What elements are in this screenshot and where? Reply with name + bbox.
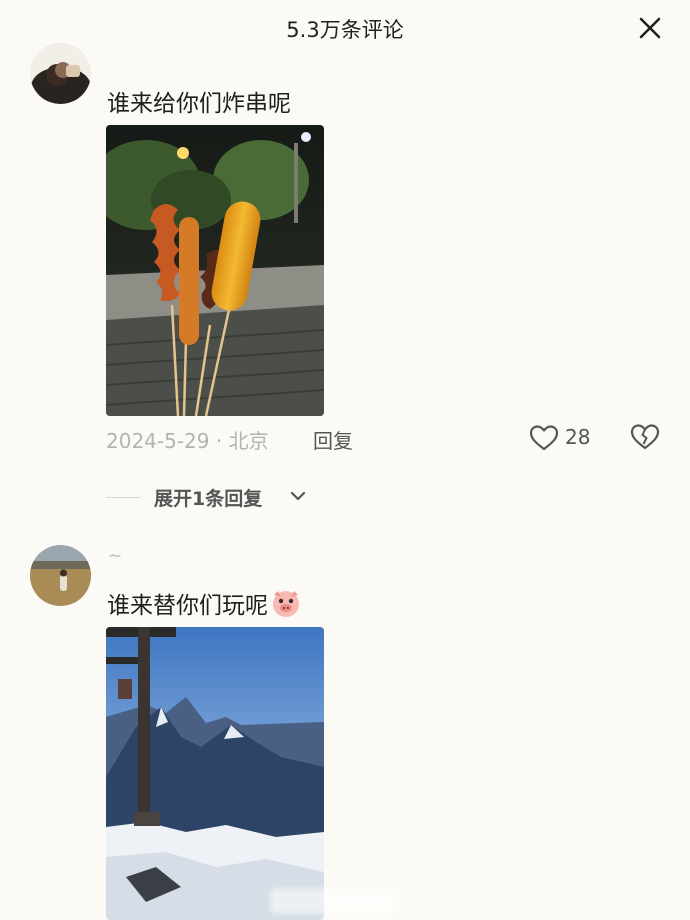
close-button[interactable]	[636, 14, 664, 42]
expand-replies-button[interactable]: 展开1条回复	[106, 484, 366, 512]
comment-text-content: 谁来替你们玩呢	[107, 593, 268, 619]
username[interactable]: ~	[108, 546, 122, 566]
avatar[interactable]	[30, 545, 91, 606]
watermark	[270, 888, 400, 914]
date-location: 2024-5-29 · 北京	[106, 429, 269, 453]
reply-button[interactable]: 回复	[313, 425, 353, 454]
close-icon	[639, 17, 661, 39]
pig-face-emoji	[270, 589, 302, 623]
comment-photo[interactable]	[106, 627, 324, 920]
comment-text: 谁来给你们炸串呢	[107, 91, 291, 117]
comment-text: 谁来替你们玩呢	[107, 586, 302, 623]
expand-replies-label: 展开1条回复	[154, 488, 263, 510]
broken-heart-icon	[630, 424, 660, 450]
avatar[interactable]	[30, 43, 91, 104]
comment-count-title: 5.3万条评论	[286, 18, 404, 42]
like-button[interactable]: 28	[529, 423, 609, 453]
like-count: 28	[565, 425, 591, 449]
comments-sheet: 5.3万条评论 谁来给你们炸串呢 2024-5-29 · 北京 回复 28 展开…	[0, 0, 690, 920]
comments-header: 5.3万条评论	[0, 0, 690, 56]
dislike-button[interactable]	[630, 423, 660, 453]
comment-meta: 2024-5-29 · 北京 回复 28	[106, 423, 666, 453]
chevron-down-icon	[290, 491, 306, 501]
divider-line	[106, 497, 140, 498]
comment-photo[interactable]	[106, 125, 324, 416]
heart-icon	[529, 425, 559, 451]
